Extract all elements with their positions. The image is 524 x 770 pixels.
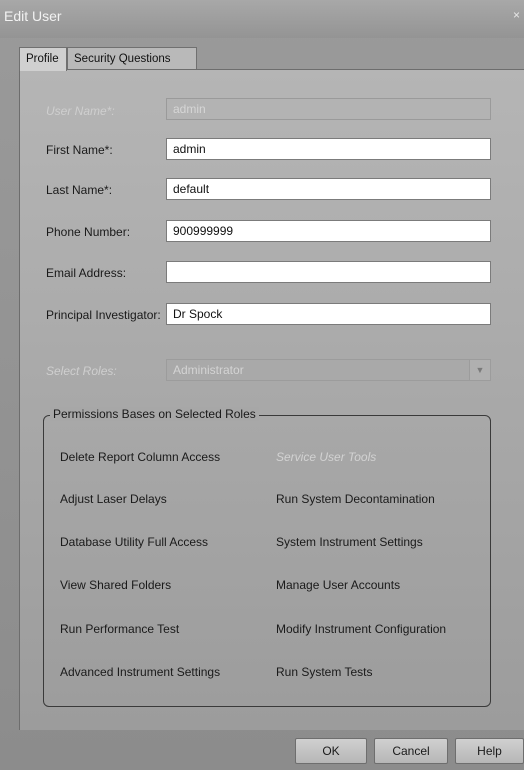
ok-button[interactable]: OK xyxy=(295,738,367,764)
permissions-group-title: Permissions Bases on Selected Roles xyxy=(50,407,259,421)
permission-item: Run System Decontamination xyxy=(276,492,435,506)
first-name-label: First Name*: xyxy=(46,143,113,157)
phone-number-field[interactable]: 900999999 xyxy=(166,220,491,242)
permission-item: Run System Tests xyxy=(276,665,373,679)
email-address-label: Email Address: xyxy=(46,266,127,280)
permission-item: Modify Instrument Configuration xyxy=(276,622,447,636)
permission-item-disabled: Service User Tools xyxy=(276,450,377,464)
first-name-field[interactable]: admin xyxy=(166,138,491,160)
close-icon[interactable]: × xyxy=(513,8,520,22)
email-address-field[interactable] xyxy=(166,261,491,283)
cancel-button[interactable]: Cancel xyxy=(374,738,448,764)
permission-item: Delete Report Column Access xyxy=(60,450,221,464)
dialog-title: Edit User xyxy=(4,8,62,24)
last-name-field[interactable]: default xyxy=(166,178,491,200)
permission-item: Database Utility Full Access xyxy=(60,535,209,549)
permission-item: Run Performance Test xyxy=(60,622,180,636)
select-roles-label: Select Roles: xyxy=(46,364,117,378)
permission-item: Adjust Laser Delays xyxy=(60,492,167,506)
phone-number-label: Phone Number: xyxy=(46,225,131,239)
principal-investigator-label: Principal Investigator: xyxy=(46,308,161,322)
select-roles-dropdown: Administrator ▼ xyxy=(166,359,491,381)
last-name-label: Last Name*: xyxy=(46,183,113,197)
title-bar: Edit User × xyxy=(0,0,524,38)
tab-security-questions[interactable]: Security Questions xyxy=(67,47,197,69)
user-name-label: User Name*: xyxy=(46,104,115,118)
user-name-field: admin xyxy=(166,98,491,120)
select-roles-value: Administrator xyxy=(173,363,244,377)
chevron-down-icon: ▼ xyxy=(469,360,490,380)
edit-user-dialog: Edit User × Profile Security Questions U… xyxy=(0,0,524,770)
help-button[interactable]: Help xyxy=(455,738,524,764)
permission-item: View Shared Folders xyxy=(60,578,172,592)
permission-item: Advanced Instrument Settings xyxy=(60,665,221,679)
permission-item: Manage User Accounts xyxy=(276,578,401,592)
principal-investigator-field[interactable]: Dr Spock xyxy=(166,303,491,325)
permission-item: System Instrument Settings xyxy=(276,535,423,549)
tab-profile[interactable]: Profile xyxy=(19,47,67,71)
